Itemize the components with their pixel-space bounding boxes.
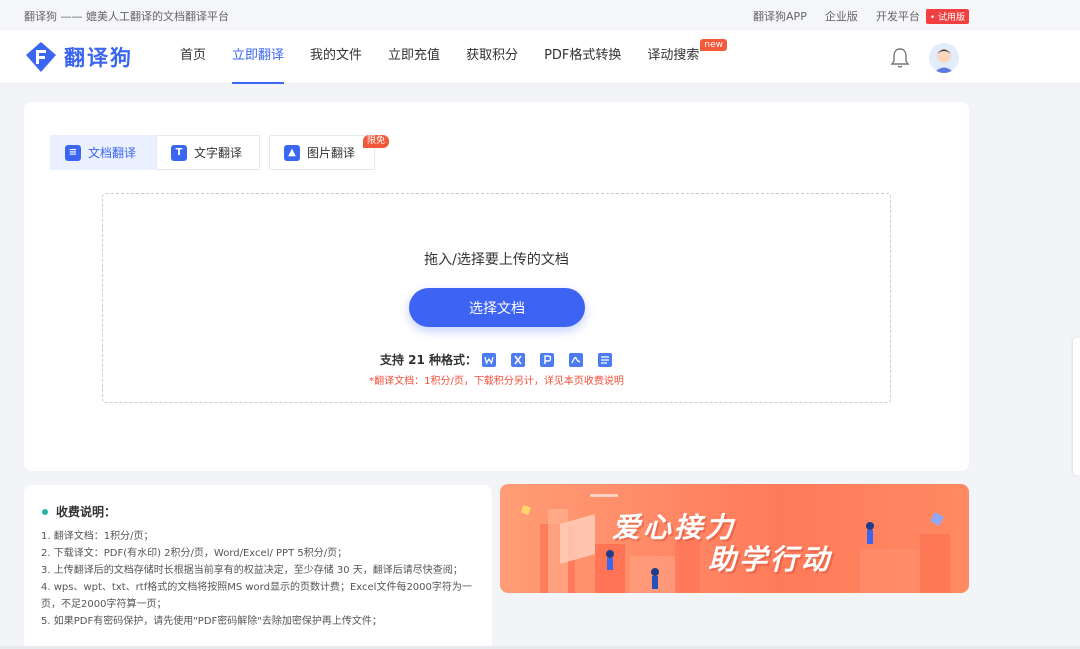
fee-title: 收费说明： [42,503,116,520]
nav-item-search[interactable]: 译动搜索 new [647,30,728,84]
text-icon: T [171,144,187,161]
logo-text: 翻译狗 [64,46,133,70]
app-link[interactable]: 翻译狗APP [753,8,807,24]
tab-document-label: 文档翻译 [88,146,137,160]
top-links: 翻译狗APP 企业版 开发平台 • 试用版 [753,8,969,24]
enterprise-link[interactable]: 企业版 [825,8,858,24]
charity-banner[interactable]: 爱心接力 助学行动 [500,484,969,593]
supported-formats: 支持 21 种格式： [103,351,890,368]
fee-item: 3. 上传翻译后的文档存储时长根据当前享有的权益决定，至少存储 30 天，翻译后… [41,565,463,576]
logo-icon [26,42,56,72]
fee-list: 1. 翻译文档：1积分/页； 2. 下载译文：PDF(有水印) 2积分/页，Wo… [41,528,481,630]
tab-image-label: 图片翻译 [307,146,356,160]
fee-note: *翻译文档：1积分/页，下载积分另计，详见本页收费说明 [369,376,624,387]
limited-free-badge: 限免 [362,135,389,148]
nav-item-my-files[interactable]: 我的文件 [310,30,362,84]
tab-text-translate[interactable]: T 文字翻译 [156,135,260,170]
document-icon: ≡ [65,144,81,161]
avatar[interactable] [929,43,959,73]
dropzone-title: 拖入/选择要上传的文档 [424,252,569,268]
nav-item-search-label: 译动搜索 [647,48,700,63]
top-strip: 翻译狗 —— 媲美人工翻译的文档翻译平台 翻译狗APP 企业版 开发平台 • 试… [0,0,1080,30]
fee-item: 5. 如果PDF有密码保护，请先使用"PDF密码解除"去除加密保护再上传文件； [41,616,382,627]
nav-item-pdf-convert[interactable]: PDF格式转换 [544,30,621,84]
pdf-icon [569,352,584,367]
translate-card: ≡ 文档翻译 T 文字翻译 ▲ 图片翻译 限免 拖入/选择要上传的文档 选择文档… [24,102,969,471]
title-dot [42,508,48,515]
fee-description-card: 收费说明： 1. 翻译文档：1积分/页； 2. 下载译文：PDF(有水印) 2积… [24,485,492,649]
choose-document-button[interactable]: 选择文档 [409,288,585,327]
nav-item-get-points[interactable]: 获取积分 [466,30,518,84]
trial-badge: • 试用版 [925,8,969,24]
word-icon [482,352,497,367]
fee-item: 4. wps、wpt、txt、rtf格式的文档将按照MS word显示的页数计费… [41,582,472,610]
nav-item-translate[interactable]: 立即翻译 [232,30,285,84]
logo[interactable]: 翻译狗 [24,41,133,73]
tab-image-translate[interactable]: ▲ 图片翻译 限免 [269,135,389,170]
tab-text-label: 文字翻译 [194,146,243,160]
side-float-panel[interactable] [1073,338,1080,475]
main-nav: 翻译狗 首页 立即翻译 我的文件 立即充值 获取积分 PDF格式转换 译动搜索 … [0,30,1080,84]
site-tagline: 翻译狗 —— 媲美人工翻译的文档翻译平台 [24,10,229,23]
upload-dropzone[interactable]: 拖入/选择要上传的文档 选择文档 支持 21 种格式： *翻译文档：1积分/页，… [102,193,891,403]
new-badge: new [700,39,728,51]
nav-item-recharge[interactable]: 立即充值 [388,30,440,84]
fee-item: 2. 下载译文：PDF(有水印) 2积分/页，Word/Excel/ PPT 5… [41,548,348,559]
tab-document-translate[interactable]: ≡ 文档翻译 [50,135,156,170]
translate-tabs: ≡ 文档翻译 T 文字翻译 ▲ 图片翻译 限免 [50,135,389,170]
bell-icon[interactable] [890,47,910,69]
nav-menu: 首页 立即翻译 我的文件 立即充值 获取积分 PDF格式转换 译动搜索 new [180,30,728,84]
txt-icon [598,352,613,367]
fee-item: 1. 翻译文档：1积分/页； [41,531,154,542]
nav-item-home[interactable]: 首页 [180,30,206,84]
ppt-icon [540,352,555,367]
formats-label: 支持 21 种格式： [379,353,478,367]
banner-headline-2: 助学行动 [708,543,833,576]
image-icon: ▲ [284,144,300,161]
fee-title-text: 收费说明： [56,505,117,519]
excel-icon [511,352,526,367]
developer-link[interactable]: 开发平台 [876,8,920,24]
